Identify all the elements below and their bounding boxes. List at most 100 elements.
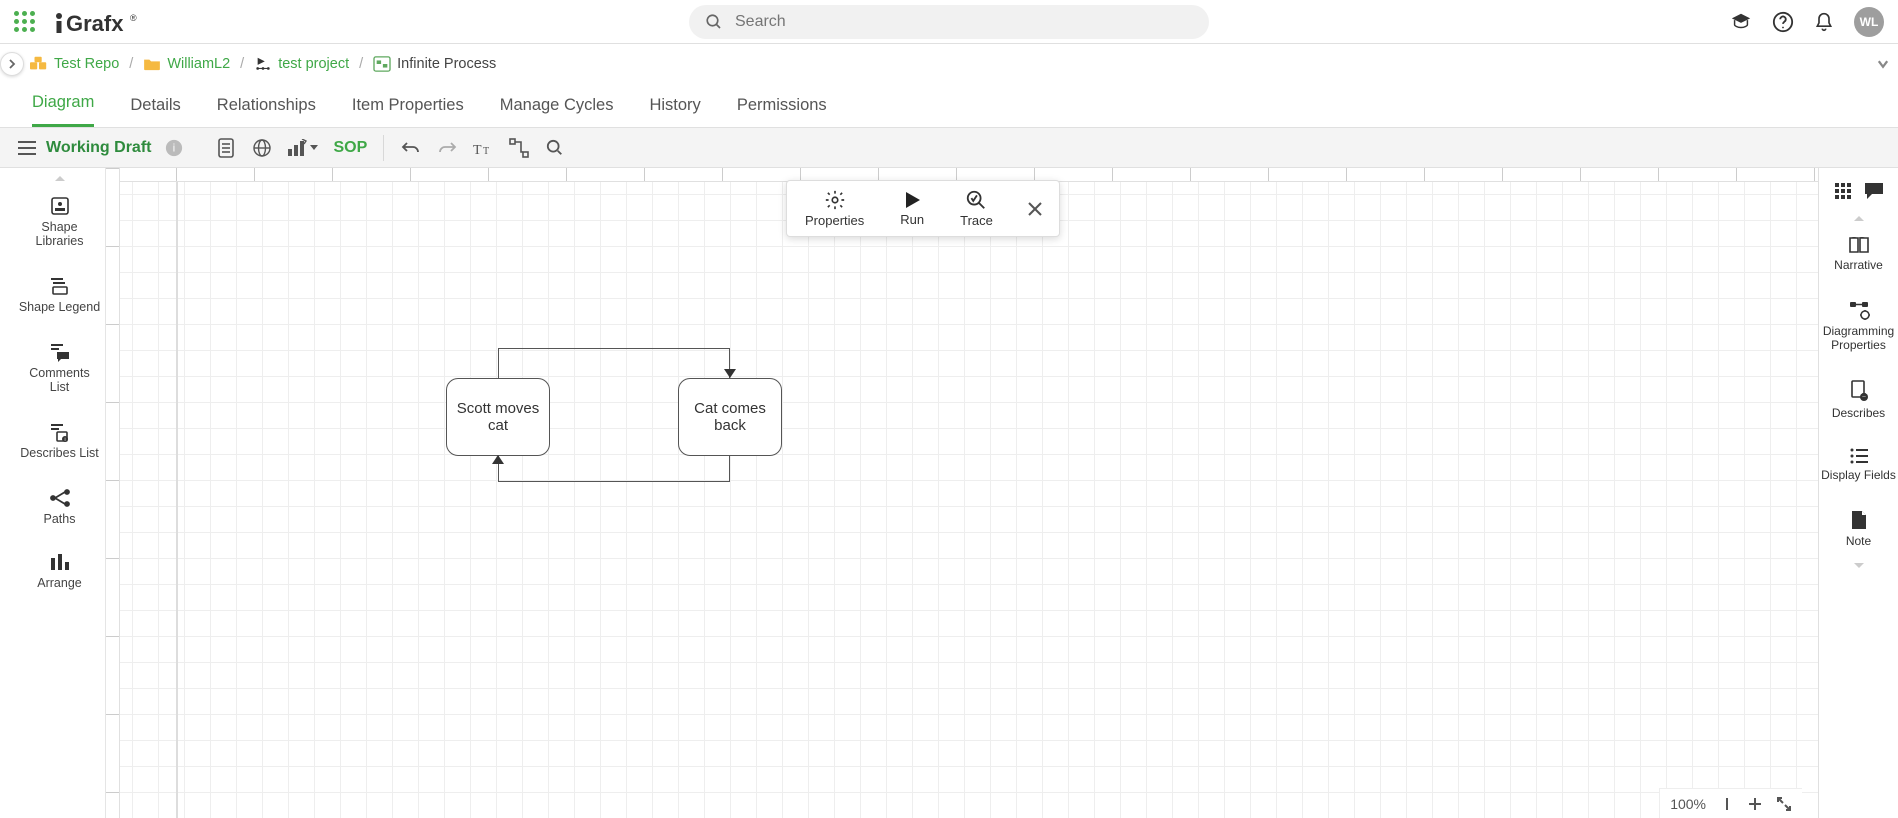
- right-item-narrative[interactable]: Narrative: [1819, 222, 1898, 286]
- diag-props-icon: [1848, 300, 1870, 320]
- process-icon: [254, 56, 272, 72]
- sim-close-button[interactable]: [1011, 201, 1059, 217]
- right-panel-grid-icon[interactable]: [1834, 182, 1852, 200]
- right-item-note[interactable]: Note: [1819, 496, 1898, 562]
- arrange-icon: [49, 554, 71, 572]
- paths-icon: [49, 488, 71, 508]
- redo-button[interactable]: [430, 133, 464, 163]
- analytics-dropdown[interactable]: [281, 133, 325, 163]
- menu-button[interactable]: [10, 133, 44, 163]
- main-area: Shape Libraries Shape Legend Comments Li…: [14, 168, 1898, 818]
- right-panel-scroll-down[interactable]: [1853, 562, 1865, 570]
- zoom-in-button[interactable]: [1748, 797, 1762, 811]
- left-item-comments-list[interactable]: Comments List: [14, 328, 105, 408]
- editor-toolbar: Working Draft i SOP TT: [0, 128, 1898, 168]
- play-icon: [902, 190, 922, 210]
- connector-tool-button[interactable]: [502, 133, 536, 163]
- top-header: Grafx ® WL: [0, 0, 1898, 44]
- right-item-describes[interactable]: Describes: [1819, 366, 1898, 434]
- note-icon: [1850, 510, 1868, 530]
- status-label: Working Draft: [46, 139, 151, 157]
- notifications-icon[interactable]: [1814, 11, 1834, 33]
- breadcrumb-more-icon[interactable]: [1876, 57, 1890, 71]
- sim-trace-button[interactable]: Trace: [942, 181, 1011, 236]
- right-panel-scroll-up[interactable]: [1853, 214, 1865, 222]
- trace-icon: [965, 189, 987, 211]
- svg-text:®: ®: [130, 13, 137, 23]
- search-box[interactable]: [689, 5, 1209, 39]
- breadcrumb-item-repo[interactable]: Test Repo: [30, 56, 119, 72]
- left-item-describes-list[interactable]: i Describes List: [14, 408, 105, 474]
- tab-details[interactable]: Details: [130, 96, 180, 127]
- left-item-arrange[interactable]: Arrange: [14, 540, 105, 604]
- svg-text:T: T: [483, 146, 489, 156]
- user-avatar[interactable]: WL: [1854, 7, 1884, 37]
- right-panel: Narrative Diagramming Properties Describ…: [1818, 168, 1898, 818]
- tab-item-properties[interactable]: Item Properties: [352, 96, 464, 127]
- connector-bottom[interactable]: [498, 452, 730, 482]
- breadcrumb-item-folder[interactable]: WilliamL2: [143, 56, 230, 72]
- logo: Grafx ®: [54, 9, 144, 35]
- svg-text:i: i: [173, 142, 175, 154]
- legend-icon: [49, 276, 71, 296]
- breadcrumb-item-project[interactable]: test project: [254, 56, 349, 72]
- svg-text:T: T: [473, 143, 482, 156]
- tab-diagram[interactable]: Diagram: [32, 93, 94, 127]
- describes-list-icon: i: [49, 422, 71, 442]
- left-panel-scroll-up[interactable]: [54, 174, 66, 182]
- shape-lib-icon: [49, 196, 71, 216]
- undo-button[interactable]: [394, 133, 428, 163]
- sim-run-button[interactable]: Run: [882, 182, 942, 235]
- right-item-display-fields[interactable]: Display Fields: [1819, 434, 1898, 496]
- status-info-icon[interactable]: i: [157, 133, 191, 163]
- find-button[interactable]: [538, 133, 572, 163]
- sim-properties-button[interactable]: Properties: [787, 181, 882, 236]
- text-tool-button[interactable]: TT: [466, 133, 500, 163]
- breadcrumb-item-current: Infinite Process: [373, 56, 496, 72]
- diagram-canvas[interactable]: Properties Run Trace Scott moves cat Cat…: [106, 168, 1818, 818]
- close-icon: [1027, 201, 1043, 217]
- repo-icon: [30, 56, 48, 72]
- tab-manage-cycles[interactable]: Manage Cycles: [500, 96, 614, 127]
- search-input[interactable]: [733, 12, 1193, 32]
- svg-text:Grafx: Grafx: [66, 11, 124, 35]
- shape-cat-comes-back[interactable]: Cat comes back: [678, 378, 782, 456]
- folder-icon: [143, 57, 161, 71]
- tab-history[interactable]: History: [649, 96, 700, 127]
- gear-icon: [824, 189, 846, 211]
- connector-bottom-arrow: [492, 455, 504, 464]
- left-item-paths[interactable]: Paths: [14, 474, 105, 540]
- describes-icon: [1849, 380, 1869, 402]
- zoom-bar: 100%: [1659, 788, 1802, 818]
- diagram-icon: [373, 56, 391, 72]
- right-item-diagramming-properties[interactable]: Diagramming Properties: [1819, 286, 1898, 366]
- svg-text:i: i: [64, 437, 65, 442]
- breadcrumb: Test Repo / WilliamL2 / test project / I…: [0, 44, 1898, 84]
- zoom-out-button[interactable]: [1720, 797, 1734, 811]
- connector-top[interactable]: [498, 348, 730, 378]
- left-panel: Shape Libraries Shape Legend Comments Li…: [14, 168, 106, 818]
- sop-button[interactable]: SOP: [327, 139, 373, 157]
- shape-scott-moves-cat[interactable]: Scott moves cat: [446, 378, 550, 456]
- document-view-button[interactable]: [209, 133, 243, 163]
- expand-sidebar-button[interactable]: [0, 52, 24, 76]
- ruler-vertical: [106, 168, 120, 818]
- apps-menu-button[interactable]: [14, 11, 36, 33]
- book-icon: [1848, 236, 1870, 254]
- fullscreen-button[interactable]: [1776, 796, 1792, 812]
- tab-relationships[interactable]: Relationships: [217, 96, 316, 127]
- left-item-shape-legend[interactable]: Shape Legend: [14, 262, 105, 328]
- help-icon[interactable]: [1772, 11, 1794, 33]
- zoom-value: 100%: [1670, 796, 1706, 812]
- right-panel-comment-icon[interactable]: [1864, 182, 1884, 200]
- academy-icon[interactable]: [1730, 11, 1752, 33]
- left-item-shape-libraries[interactable]: Shape Libraries: [14, 182, 105, 262]
- connector-top-arrow: [724, 369, 736, 378]
- search-icon: [705, 13, 723, 31]
- tabs: Diagram Details Relationships Item Prope…: [0, 84, 1898, 128]
- simulation-toolbar: Properties Run Trace: [786, 180, 1060, 237]
- list-icon: [1849, 448, 1869, 464]
- tab-permissions[interactable]: Permissions: [737, 96, 827, 127]
- comments-icon: [49, 342, 71, 362]
- language-button[interactable]: [245, 133, 279, 163]
